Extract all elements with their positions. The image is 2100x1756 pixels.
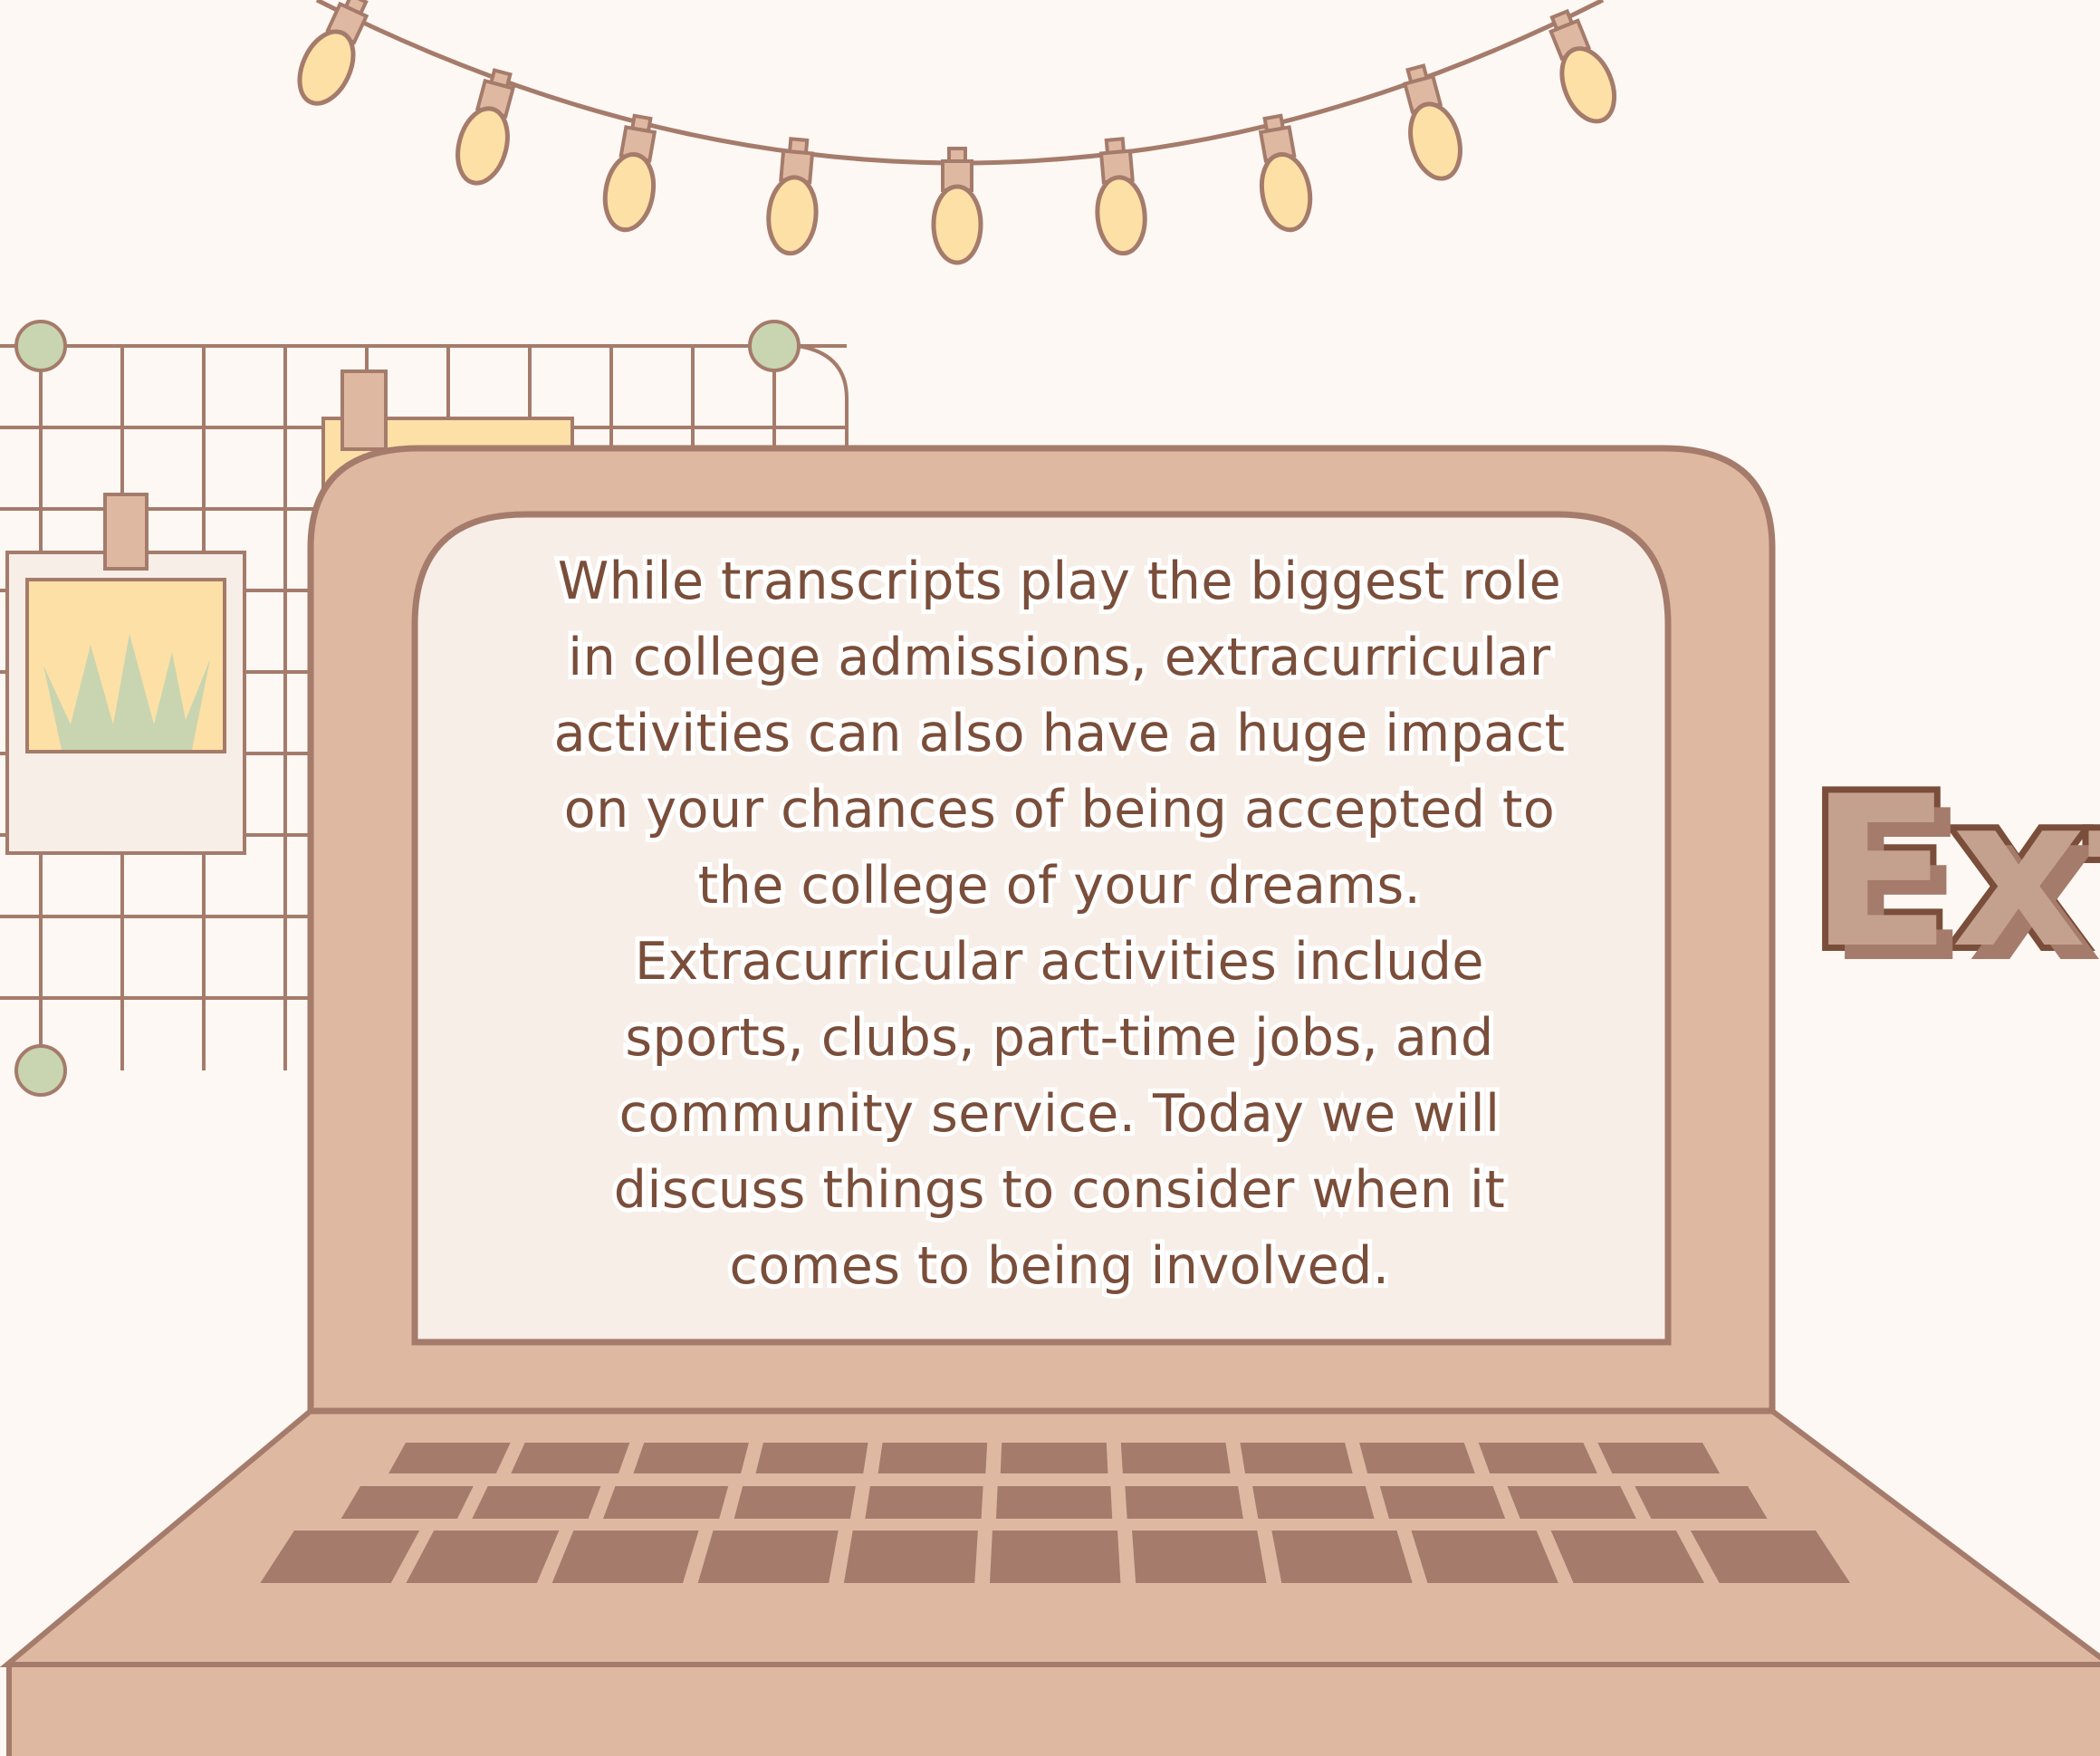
keyboard-key bbox=[1120, 1443, 1231, 1473]
laptop-front-edge bbox=[6, 1662, 2100, 1756]
paragraph-line: community service. Today we will bbox=[615, 1080, 1504, 1148]
keyboard-key bbox=[551, 1531, 699, 1583]
keyboard-key bbox=[843, 1531, 978, 1583]
keyboard-key bbox=[472, 1486, 601, 1519]
keyboard-key bbox=[1359, 1443, 1475, 1473]
keyboard-key bbox=[996, 1486, 1113, 1519]
keyboard-key bbox=[633, 1443, 749, 1473]
paragraph-line: on your chances of being accepted to bbox=[560, 775, 1559, 844]
keyboard-key bbox=[1411, 1531, 1558, 1583]
light-bulb-icon bbox=[297, 0, 369, 106]
polaroid-clip bbox=[103, 493, 149, 571]
light-bulb-icon bbox=[602, 113, 657, 233]
paragraph-line: comes to being involved. bbox=[725, 1232, 1394, 1300]
paragraph-line: activities can also have a huge impact bbox=[550, 699, 1569, 768]
string-lights bbox=[297, 0, 1617, 265]
keyboard-key bbox=[1000, 1443, 1108, 1473]
keyboard-key bbox=[1132, 1531, 1267, 1583]
keyboard-key bbox=[1271, 1531, 1413, 1583]
keyboard-key bbox=[1507, 1486, 1636, 1519]
keyboard-key bbox=[755, 1443, 868, 1473]
side-title: Ext bbox=[1803, 753, 2100, 994]
grid-dot bbox=[14, 320, 67, 372]
keyboard-key bbox=[1478, 1443, 1597, 1473]
keyboard-key bbox=[1635, 1486, 1768, 1519]
keyboard-key bbox=[865, 1486, 983, 1519]
light-bulb-icon bbox=[766, 137, 819, 256]
keyboard-key bbox=[1379, 1486, 1506, 1519]
light-bulb-icon bbox=[1402, 63, 1462, 181]
keyboard-key bbox=[697, 1531, 839, 1583]
keyboard-key bbox=[602, 1486, 729, 1519]
laptop-base bbox=[0, 1408, 2100, 1756]
polaroid-photo bbox=[5, 493, 246, 855]
light-bulb-icon bbox=[1258, 113, 1313, 233]
grid-dot bbox=[14, 1044, 67, 1097]
keyboard-key bbox=[1240, 1443, 1353, 1473]
keyboard-key bbox=[877, 1443, 988, 1473]
keyboard-key bbox=[734, 1486, 856, 1519]
grid-dot bbox=[748, 320, 801, 372]
light-bulb-icon bbox=[931, 147, 983, 265]
paragraph-line: the college of your dreams. bbox=[694, 851, 1425, 920]
paragraph-line: While transcripts play the biggest role bbox=[553, 547, 1566, 616]
paragraph-line: discuss things to consider when it bbox=[609, 1156, 1510, 1224]
keyboard-key bbox=[340, 1486, 474, 1519]
keyboard-key bbox=[1125, 1486, 1243, 1519]
paragraph-line: Extracurricular activities include bbox=[630, 927, 1489, 996]
note-clip bbox=[340, 369, 388, 451]
paragraph-line: in college admissions, extracurricular bbox=[563, 623, 1555, 692]
keyboard-key bbox=[511, 1443, 630, 1473]
keyboard-key bbox=[1597, 1443, 1721, 1473]
keyboard-key bbox=[388, 1443, 511, 1473]
keyboard-key bbox=[990, 1531, 1121, 1583]
light-bulb-icon bbox=[1095, 137, 1147, 256]
keyboard-key bbox=[1252, 1486, 1375, 1519]
screen-paragraph: While transcripts play the biggest role … bbox=[534, 543, 1585, 1304]
paragraph-line: sports, clubs, part-time jobs, and bbox=[620, 1003, 1498, 1072]
